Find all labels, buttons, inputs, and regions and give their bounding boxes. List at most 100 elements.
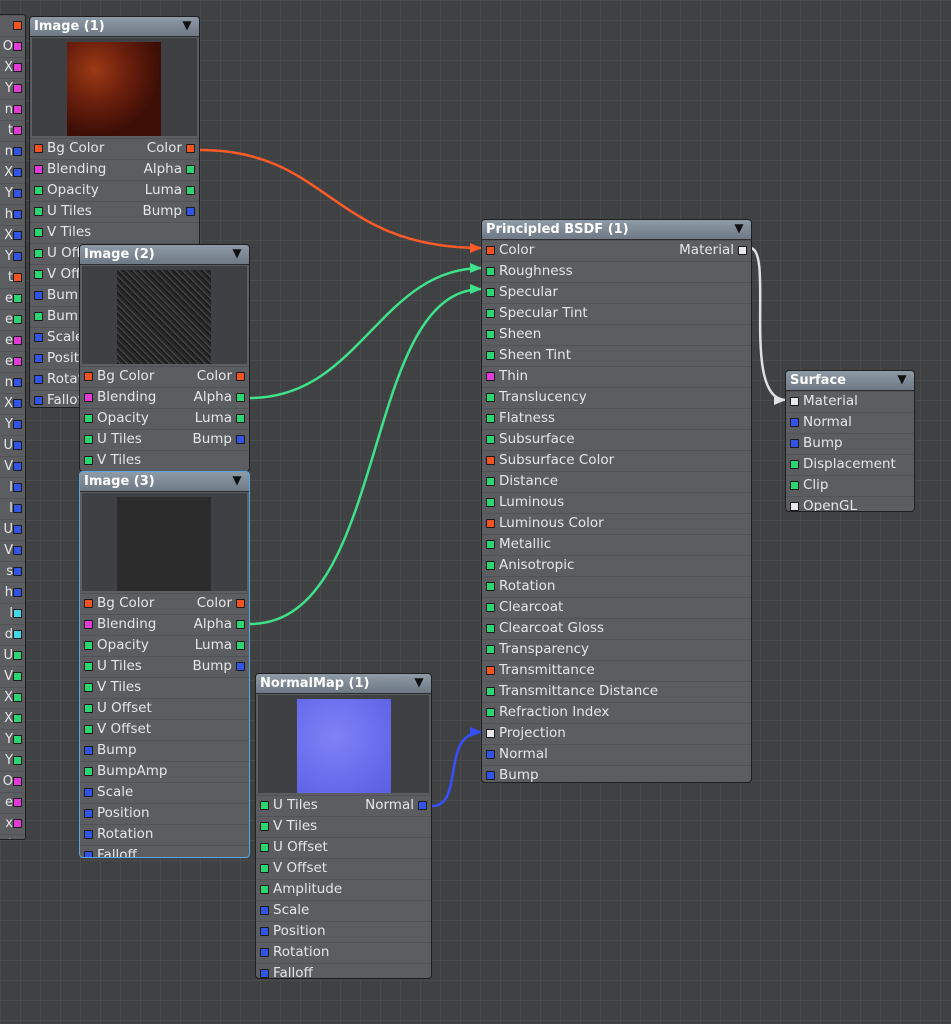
input-socket[interactable]: [486, 498, 495, 507]
node-header[interactable]: Image (2) ▼: [80, 245, 249, 265]
input-socket[interactable]: [84, 788, 93, 797]
input-socket[interactable]: [790, 481, 799, 490]
output-socket[interactable]: [236, 641, 245, 650]
input-socket[interactable]: [84, 435, 93, 444]
chevron-down-icon[interactable]: ▼: [229, 472, 245, 490]
node-principled-bsdf-1[interactable]: Principled BSDF (1) ▼ Color Material Rough…: [481, 219, 752, 783]
input-socket[interactable]: [486, 729, 495, 738]
output-socket[interactable]: [13, 525, 22, 534]
output-socket[interactable]: [186, 186, 195, 195]
output-socket[interactable]: [236, 414, 245, 423]
node-normalmap-1[interactable]: NormalMap (1) ▼ U Tiles Normal V Tiles U Of…: [255, 673, 432, 979]
output-socket[interactable]: [13, 189, 22, 198]
input-socket[interactable]: [790, 460, 799, 469]
chevron-down-icon[interactable]: ▼: [179, 17, 195, 35]
input-socket[interactable]: [34, 375, 43, 384]
node-surface[interactable]: Surface ▼ Material Normal Bump Displacement…: [785, 370, 915, 512]
input-socket[interactable]: [486, 330, 495, 339]
chevron-down-icon[interactable]: ▼: [894, 371, 910, 389]
input-socket[interactable]: [486, 267, 495, 276]
output-socket[interactable]: [13, 567, 22, 576]
input-socket[interactable]: [84, 599, 93, 608]
output-socket[interactable]: [13, 420, 22, 429]
input-socket[interactable]: [486, 645, 495, 654]
output-socket[interactable]: [186, 207, 195, 216]
input-socket[interactable]: [260, 969, 269, 978]
output-socket[interactable]: [418, 801, 427, 810]
output-socket[interactable]: [13, 462, 22, 471]
input-socket[interactable]: [486, 708, 495, 717]
input-socket[interactable]: [84, 725, 93, 734]
output-socket[interactable]: [13, 588, 22, 597]
input-socket[interactable]: [486, 687, 495, 696]
input-socket[interactable]: [790, 502, 799, 511]
output-socket[interactable]: [13, 210, 22, 219]
output-socket[interactable]: [13, 168, 22, 177]
output-socket[interactable]: [13, 63, 22, 72]
input-socket[interactable]: [34, 312, 43, 321]
input-socket[interactable]: [260, 843, 269, 852]
output-socket[interactable]: [13, 672, 22, 681]
input-socket[interactable]: [84, 620, 93, 629]
input-socket[interactable]: [486, 771, 495, 780]
input-socket[interactable]: [486, 351, 495, 360]
output-socket[interactable]: [13, 357, 22, 366]
output-socket[interactable]: [13, 609, 22, 618]
output-socket[interactable]: [13, 483, 22, 492]
output-socket[interactable]: [13, 294, 22, 303]
input-socket[interactable]: [486, 519, 495, 528]
input-socket[interactable]: [486, 372, 495, 381]
input-socket[interactable]: [84, 662, 93, 671]
input-socket[interactable]: [84, 851, 93, 857]
input-socket[interactable]: [486, 624, 495, 633]
output-socket[interactable]: [13, 42, 22, 51]
input-socket[interactable]: [486, 288, 495, 297]
input-socket[interactable]: [34, 144, 43, 153]
input-socket[interactable]: [486, 309, 495, 318]
input-socket[interactable]: [34, 186, 43, 195]
input-socket[interactable]: [486, 456, 495, 465]
input-socket[interactable]: [260, 906, 269, 915]
input-socket[interactable]: [34, 354, 43, 363]
output-socket[interactable]: [738, 246, 747, 255]
input-socket[interactable]: [260, 948, 269, 957]
input-socket[interactable]: [34, 228, 43, 237]
input-socket[interactable]: [84, 809, 93, 818]
output-socket[interactable]: [13, 504, 22, 513]
input-socket[interactable]: [84, 414, 93, 423]
output-socket[interactable]: [13, 651, 22, 660]
wire-image3-alpha-to-bsdf-specular[interactable]: [249, 287, 483, 626]
node-image-3[interactable]: Image (3) ▼ Bg Color Color Blending Alpha Op…: [79, 471, 250, 858]
input-socket[interactable]: [84, 704, 93, 713]
wire-bsdf-material-to-surface-material[interactable]: [749, 246, 787, 402]
input-socket[interactable]: [84, 372, 93, 381]
output-socket[interactable]: [13, 777, 22, 786]
input-socket[interactable]: [486, 666, 495, 675]
offscreen-node-left[interactable]: OXYntnXYhXYteeeenXYUVIIUVshldUVXXYYOext: [0, 14, 26, 840]
input-socket[interactable]: [486, 603, 495, 612]
output-socket[interactable]: [13, 693, 22, 702]
output-socket[interactable]: [13, 105, 22, 114]
input-socket[interactable]: [486, 540, 495, 549]
output-socket[interactable]: [236, 435, 245, 444]
input-socket[interactable]: [84, 641, 93, 650]
output-socket[interactable]: [13, 714, 22, 723]
input-socket[interactable]: [486, 414, 495, 423]
output-socket[interactable]: [236, 662, 245, 671]
input-socket[interactable]: [34, 333, 43, 342]
output-socket[interactable]: [236, 620, 245, 629]
input-socket[interactable]: [486, 561, 495, 570]
input-socket[interactable]: [84, 767, 93, 776]
input-socket[interactable]: [84, 393, 93, 402]
input-socket[interactable]: [486, 582, 495, 591]
output-socket[interactable]: [13, 378, 22, 387]
wire-image2-alpha-to-bsdf-roughness[interactable]: [249, 266, 483, 400]
input-socket[interactable]: [486, 393, 495, 402]
output-socket[interactable]: [13, 819, 22, 828]
input-socket[interactable]: [260, 885, 269, 894]
output-socket[interactable]: [13, 546, 22, 555]
input-socket[interactable]: [790, 418, 799, 427]
output-socket[interactable]: [13, 756, 22, 765]
input-socket[interactable]: [486, 750, 495, 759]
output-socket[interactable]: [13, 399, 22, 408]
